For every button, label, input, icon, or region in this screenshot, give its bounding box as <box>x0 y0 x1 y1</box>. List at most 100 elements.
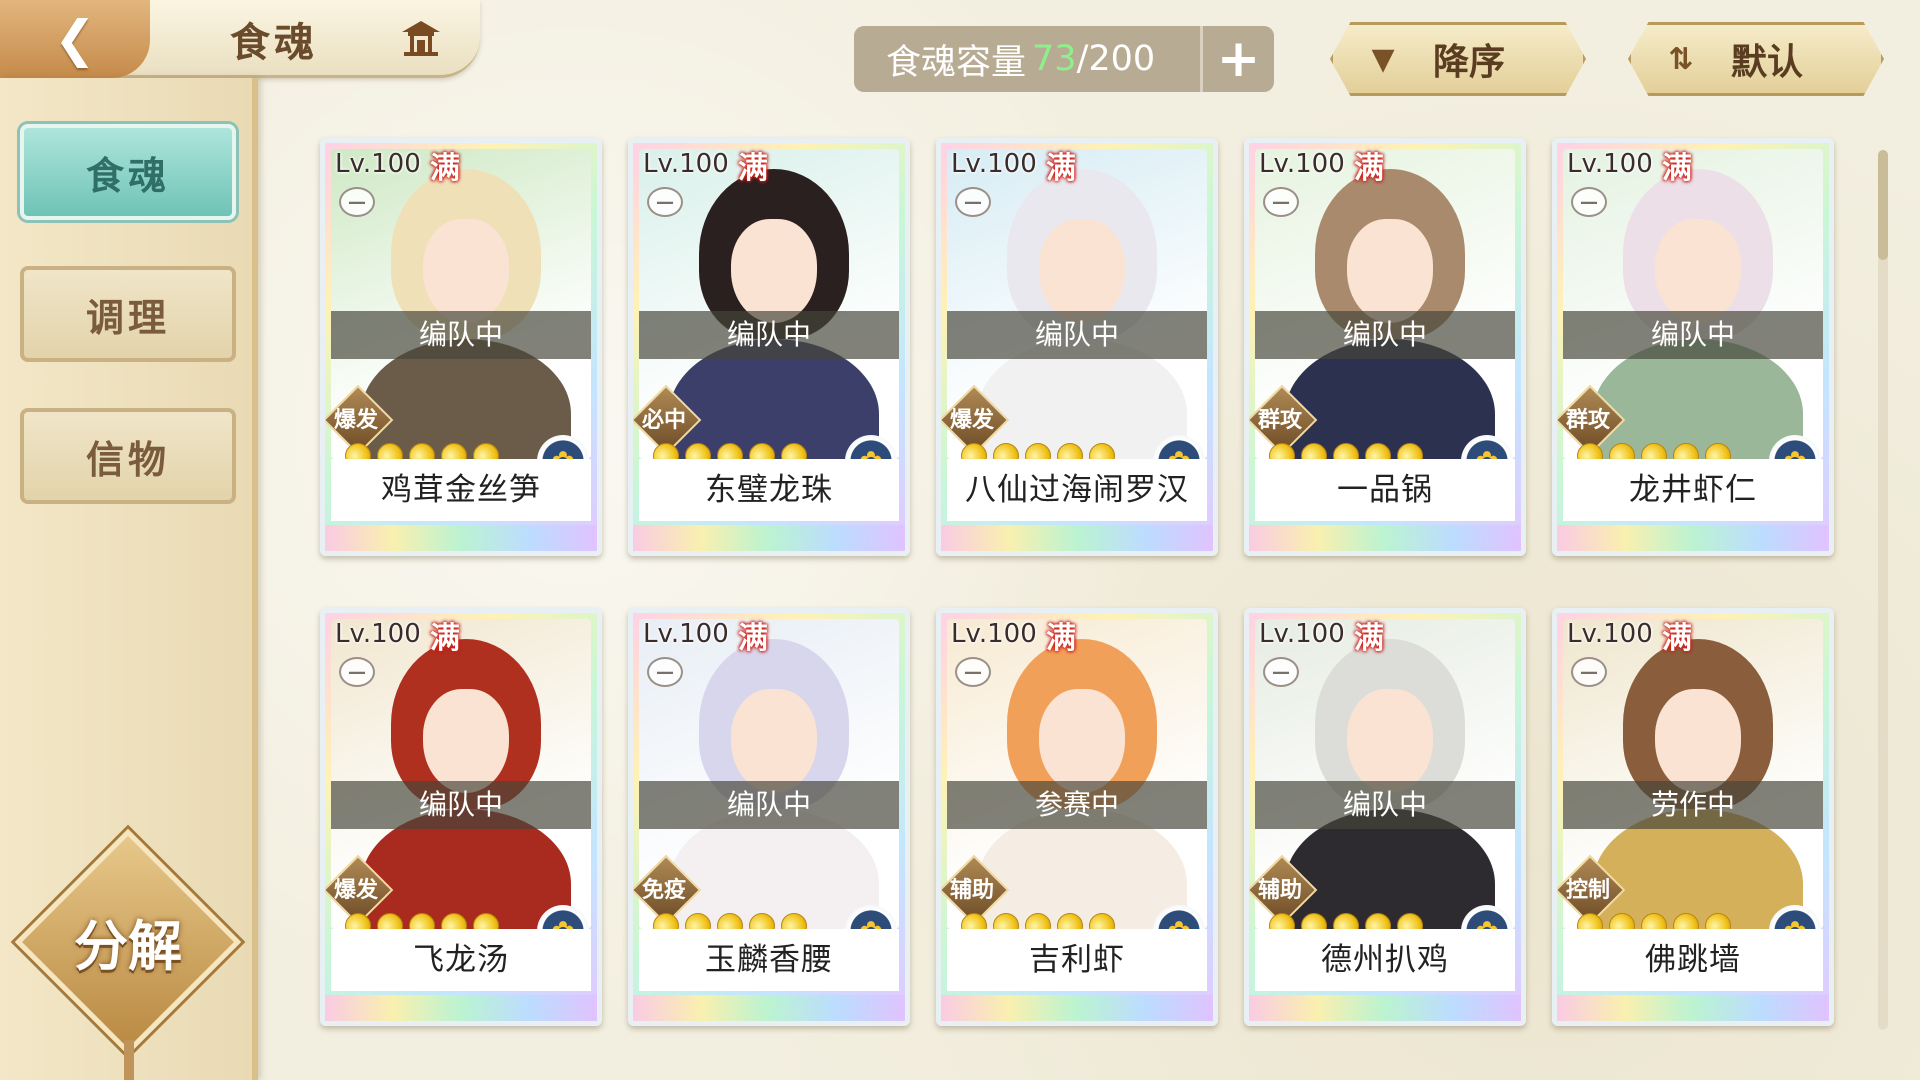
portrait-face <box>1347 689 1433 793</box>
portrait-face <box>423 219 509 323</box>
food-soul-card[interactable]: Lv.100 满 — 参赛中 辅助 ✿ 吉利虾 <box>936 608 1218 1026</box>
max-level-badge: 满 <box>430 151 460 186</box>
rainbow-strip <box>633 525 905 551</box>
food-soul-card[interactable]: Lv.100 满 — 编队中 必中 ✿ 东璧龙珠 <box>628 138 910 556</box>
max-level-badge: 满 <box>738 621 768 656</box>
status-label: 编队中 <box>1563 311 1823 359</box>
role-badge: 控制 <box>1557 857 1619 919</box>
food-soul-card[interactable]: Lv.100 满 — 编队中 爆发 ✿ 飞龙汤 <box>320 608 602 1026</box>
food-soul-card[interactable]: Lv.100 满 — 编队中 群攻 ✿ 龙井虾仁 <box>1552 138 1834 556</box>
level-label: Lv.100 <box>1567 149 1653 179</box>
food-soul-name: 龙井虾仁 <box>1563 459 1823 521</box>
role-badge: 辅助 <box>1249 857 1311 919</box>
portrait-face <box>1655 219 1741 323</box>
max-level-badge: 满 <box>1046 151 1076 186</box>
role-badge: 免疫 <box>633 857 695 919</box>
role-badge: 群攻 <box>1249 387 1311 449</box>
status-label: 编队中 <box>639 781 899 829</box>
sort-mode-label: 默认 <box>1731 42 1804 83</box>
bowl-icon: — <box>1263 187 1299 217</box>
level-label: Lv.100 <box>1259 149 1345 179</box>
food-soul-name: 飞龙汤 <box>331 929 591 991</box>
rainbow-strip <box>1249 525 1521 551</box>
role-label: 必中 <box>641 408 686 433</box>
sort-order-button[interactable]: ▼ 降序 <box>1330 22 1586 96</box>
level-label: Lv.100 <box>335 619 421 649</box>
swap-icon: ⇅ <box>1668 41 1694 77</box>
food-soul-name: 东璧龙珠 <box>639 459 899 521</box>
max-level-badge: 满 <box>1662 151 1692 186</box>
top-bar: ❮ 食魂 <box>0 0 480 78</box>
role-badge: 爆发 <box>941 387 1003 449</box>
status-label: 编队中 <box>947 311 1207 359</box>
bowl-icon: — <box>955 187 991 217</box>
scrollbar-track[interactable] <box>1878 150 1888 1030</box>
rainbow-strip <box>633 995 905 1021</box>
role-label: 免疫 <box>641 878 686 903</box>
bowl-icon: — <box>339 657 375 687</box>
bowl-icon: — <box>339 187 375 217</box>
rainbow-strip <box>941 995 1213 1021</box>
role-label: 控制 <box>1565 878 1610 903</box>
portrait-face <box>1039 689 1125 793</box>
pavilion-icon <box>402 21 440 56</box>
scrollbar-thumb[interactable] <box>1878 150 1888 260</box>
level-label: Lv.100 <box>1259 619 1345 649</box>
role-label: 爆发 <box>949 408 994 433</box>
food-soul-card[interactable]: Lv.100 满 — 编队中 免疫 ✿ 玉麟香腰 <box>628 608 910 1026</box>
role-label: 群攻 <box>1565 408 1610 433</box>
tab-food-soul[interactable]: 食魂 <box>20 124 236 220</box>
food-soul-grid: Lv.100 满 — 编队中 爆发 ✿ 鸡茸金丝笋 Lv.100 满 — 编队中… <box>320 138 1840 1028</box>
portrait-face <box>1655 689 1741 793</box>
food-soul-card[interactable]: Lv.100 满 — 编队中 爆发 ✿ 鸡茸金丝笋 <box>320 138 602 556</box>
role-label: 群攻 <box>1257 408 1302 433</box>
rainbow-strip <box>941 525 1213 551</box>
food-soul-name: 鸡茸金丝笋 <box>331 459 591 521</box>
capacity-panel: 食魂容量 73 /200 + <box>854 26 1274 92</box>
food-soul-card[interactable]: Lv.100 满 — 编队中 辅助 ✿ 德州扒鸡 <box>1244 608 1526 1026</box>
role-badge: 爆发 <box>325 857 387 919</box>
food-soul-card[interactable]: Lv.100 满 — 编队中 群攻 ✿ 一品锅 <box>1244 138 1526 556</box>
level-label: Lv.100 <box>1567 619 1653 649</box>
portrait-face <box>1039 219 1125 323</box>
capacity-label: 食魂容量 <box>886 42 1027 83</box>
rainbow-strip <box>325 995 597 1021</box>
bowl-icon: — <box>647 657 683 687</box>
status-label: 编队中 <box>1255 311 1515 359</box>
portrait-face <box>731 689 817 793</box>
max-level-badge: 满 <box>1354 151 1384 186</box>
max-level-badge: 满 <box>738 151 768 186</box>
level-label: Lv.100 <box>643 619 729 649</box>
food-soul-name: 八仙过海闹罗汉 <box>947 459 1207 521</box>
max-level-badge: 满 <box>430 621 460 656</box>
rainbow-strip <box>325 525 597 551</box>
bowl-icon: — <box>955 657 991 687</box>
tab-keepsake[interactable]: 信物 <box>20 408 236 504</box>
status-label: 编队中 <box>1255 781 1515 829</box>
capacity-current: 73 <box>1032 39 1077 79</box>
tab-cultivate[interactable]: 调理 <box>20 266 236 362</box>
role-label: 爆发 <box>333 408 378 433</box>
level-label: Lv.100 <box>951 619 1037 649</box>
bowl-icon: — <box>647 187 683 217</box>
food-soul-card[interactable]: Lv.100 满 — 编队中 爆发 ✿ 八仙过海闹罗汉 <box>936 138 1218 556</box>
sort-order-label: 降序 <box>1433 42 1506 83</box>
bowl-icon: — <box>1263 657 1299 687</box>
status-label: 劳作中 <box>1563 781 1823 829</box>
triangle-down-icon: ▼ <box>1371 41 1395 77</box>
level-label: Lv.100 <box>951 149 1037 179</box>
bowl-icon: — <box>1571 187 1607 217</box>
bowl-icon: — <box>1571 657 1607 687</box>
capacity-max: /200 <box>1076 39 1156 79</box>
food-soul-card[interactable]: Lv.100 满 — 劳作中 控制 ✿ 佛跳墙 <box>1552 608 1834 1026</box>
rainbow-strip <box>1249 995 1521 1021</box>
back-button[interactable]: ❮ <box>0 0 150 78</box>
role-badge: 爆发 <box>325 387 387 449</box>
tassel-decoration <box>124 1040 134 1080</box>
rainbow-strip <box>1557 995 1829 1021</box>
role-label: 辅助 <box>949 878 994 903</box>
add-capacity-button[interactable]: + <box>1200 26 1274 92</box>
food-soul-name: 德州扒鸡 <box>1255 929 1515 991</box>
decompose-label[interactable]: 分解 <box>40 902 216 981</box>
sort-mode-button[interactable]: ⇅ 默认 <box>1628 22 1884 96</box>
